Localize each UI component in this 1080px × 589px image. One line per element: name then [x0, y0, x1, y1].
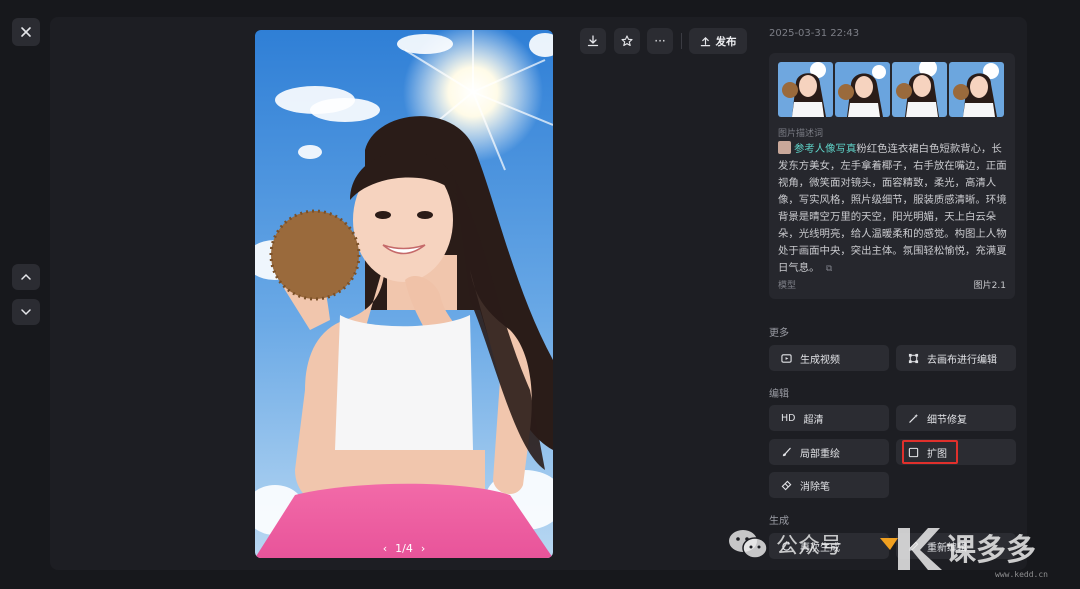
- pager-text: 1/4: [395, 542, 413, 555]
- generated-image[interactable]: ‹ 1/4 ›: [255, 30, 553, 558]
- upscale-hd-button[interactable]: HD 超清: [769, 405, 889, 431]
- chevron-up-icon: [21, 273, 31, 280]
- timestamp: 2025-03-31 22:43: [769, 28, 860, 39]
- favorite-button[interactable]: [614, 28, 640, 54]
- thumbnail-strip: [778, 62, 1004, 117]
- hd-icon: HD: [781, 412, 796, 424]
- toolbar-divider: [681, 33, 682, 49]
- thumbnail-4[interactable]: [949, 62, 1004, 117]
- pager-next-icon[interactable]: ›: [421, 542, 425, 555]
- thumbnail-1[interactable]: [778, 62, 833, 117]
- wechat-account-label: 公众号: [776, 534, 843, 559]
- copy-icon[interactable]: ⧉: [826, 264, 832, 274]
- magic-wand-icon: [909, 413, 919, 423]
- eraser-icon: [781, 480, 792, 490]
- download-button[interactable]: [580, 28, 606, 54]
- close-button[interactable]: [12, 18, 40, 46]
- eraser-label: 消除笔: [800, 481, 830, 493]
- download-icon: [587, 35, 599, 47]
- partial-redraw-button[interactable]: 局部重绘: [769, 439, 889, 465]
- pager-prev-icon[interactable]: ‹: [383, 542, 387, 555]
- star-icon: [621, 35, 633, 47]
- generate-video-label: 生成视频: [800, 354, 840, 366]
- wechat-icon: [729, 530, 768, 559]
- video-icon: [781, 353, 792, 363]
- eraser-button[interactable]: 消除笔: [769, 472, 889, 498]
- next-image-button[interactable]: [12, 299, 40, 325]
- generate-video-button[interactable]: 生成视频: [769, 345, 889, 371]
- detail-repair-button[interactable]: 细节修复: [896, 405, 1016, 431]
- prompt-description: 参考人像写真粉红色连衣裙白色短款背心，长发东方美女，左手拿着椰子，右手放在嘴边，…: [778, 141, 1008, 278]
- publish-label: 发布: [715, 35, 737, 48]
- wechat-watermark: 公众号: [728, 528, 842, 560]
- partial-redraw-label: 局部重绘: [800, 448, 840, 460]
- publish-button[interactable]: 发布: [689, 28, 747, 54]
- brand-watermark: 课多多: [876, 524, 1076, 574]
- upload-icon: [700, 36, 710, 46]
- canvas-edit-button[interactable]: 去画布进行编辑: [896, 345, 1016, 371]
- image-pager: ‹ 1/4 ›: [255, 542, 553, 555]
- upscale-hd-label: 超清: [803, 414, 824, 426]
- detail-repair-label: 细节修复: [927, 414, 967, 426]
- expand-highlight-box: [902, 440, 958, 464]
- info-sidebar: 2025-03-31 22:43: [769, 28, 1017, 44]
- prompt-card: 图片描述词 参考人像写真粉红色连衣裙白色短款背心，长发东方美女，左手拿着椰子，右…: [769, 53, 1015, 299]
- brush-icon: [782, 447, 791, 456]
- brand-logo-icon: 课多多: [880, 528, 1036, 570]
- reference-avatar: [778, 141, 791, 154]
- chevron-down-icon: [21, 309, 31, 316]
- more-dots-icon: ···: [654, 34, 666, 48]
- model-value: 图片2.1: [973, 281, 1006, 291]
- reference-tag[interactable]: 参考人像写真: [794, 143, 856, 155]
- portrait-image: [255, 30, 553, 558]
- canvas-edit-label: 去画布进行编辑: [927, 354, 997, 366]
- previous-image-button[interactable]: [12, 264, 40, 290]
- section-edit-title: 编辑: [769, 389, 789, 400]
- more-options-button[interactable]: ···: [647, 28, 673, 54]
- svg-text:课多多: 课多多: [946, 533, 1036, 568]
- model-label: 模型: [778, 281, 797, 291]
- thumbnail-3[interactable]: [892, 62, 947, 117]
- thumbnail-2[interactable]: [835, 62, 890, 117]
- description-label: 图片描述词: [778, 129, 824, 139]
- model-row: 模型 图片2.1: [778, 278, 1006, 291]
- canvas-icon: [908, 353, 919, 363]
- close-icon: [21, 27, 31, 37]
- watermark-url: www.kedd.cn: [995, 570, 1048, 579]
- section-generate-title: 生成: [769, 516, 789, 527]
- description-text: 粉红色连衣裙白色短款背心，长发东方美女，左手拿着椰子，右手放在嘴边，正面视角，微…: [778, 143, 1007, 274]
- section-more-title: 更多: [769, 328, 789, 339]
